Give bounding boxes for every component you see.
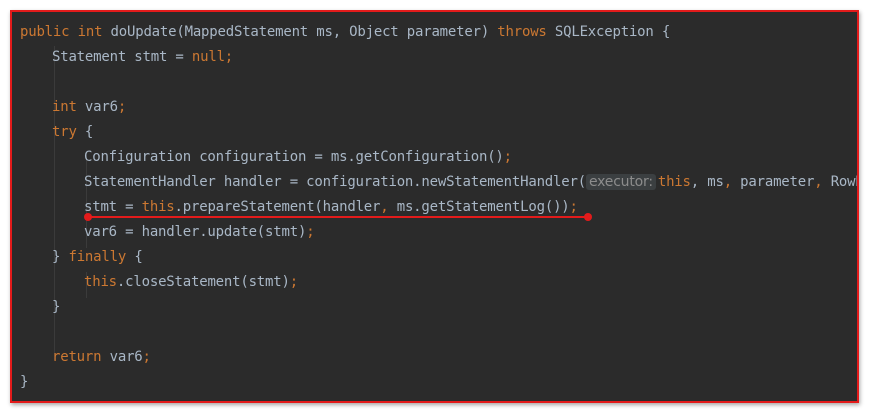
code-keyword: throws	[497, 24, 555, 40]
code-line[interactable]: return var6;	[52, 345, 151, 370]
parameter-hint: executor:	[585, 174, 656, 190]
code-editor[interactable]: public int doUpdate(MappedStatement ms, …	[12, 12, 857, 401]
code-line[interactable]: Statement stmt = null;	[52, 45, 233, 70]
code-token: var6 = handler.update(stmt)	[84, 224, 307, 240]
code-token: ms.getStatementLog())	[396, 199, 570, 215]
code-token: var6	[84, 99, 118, 115]
annotation-endpoint-start	[84, 213, 92, 221]
code-token: doUpdate(MappedStatement ms, Object para…	[110, 24, 498, 40]
code-line[interactable]: StatementHandler handler = configuration…	[84, 170, 857, 195]
code-line[interactable]: int var6;	[52, 95, 126, 120]
code-keyword: ;	[142, 349, 151, 365]
code-line[interactable]: }	[20, 370, 28, 395]
code-token: RowBounds.DEFAULT	[830, 174, 857, 190]
code-token: .closeStatement(stmt)	[116, 274, 290, 290]
code-keyword: null;	[191, 49, 234, 65]
code-line[interactable]: public int doUpdate(MappedStatement ms, …	[20, 20, 670, 45]
annotation-underline	[88, 216, 590, 218]
code-keyword: this	[657, 174, 691, 190]
code-line[interactable]: } finally {	[52, 245, 143, 270]
code-token: Configuration configuration = ms.getConf…	[84, 149, 504, 165]
code-keyword: try	[52, 124, 85, 140]
code-token: }	[20, 374, 29, 390]
code-keyword: ,	[814, 174, 831, 190]
code-keyword: ;	[306, 224, 315, 240]
code-line[interactable]: this.closeStatement(stmt);	[84, 270, 298, 295]
code-keyword: ;	[503, 149, 512, 165]
code-keyword: ,	[380, 199, 397, 215]
code-token: SQLException {	[554, 24, 671, 40]
code-keyword: ;	[289, 274, 298, 290]
code-keyword: public	[20, 24, 78, 40]
code-token: {	[84, 124, 94, 140]
code-token: }	[52, 299, 61, 315]
code-token: .prepareStatement(handler	[174, 199, 381, 215]
code-keyword: ;	[117, 99, 127, 115]
code-token: StatementHandler handler = configuration…	[84, 174, 586, 190]
code-keyword: this	[141, 199, 175, 215]
code-line[interactable]: Configuration configuration = ms.getConf…	[84, 145, 512, 170]
code-token: }	[52, 249, 69, 265]
code-token: var6	[109, 349, 143, 365]
code-line[interactable]: }	[52, 295, 60, 320]
code-keyword: finally	[68, 249, 135, 265]
annotation-endpoint-end	[584, 213, 592, 221]
code-keyword: return	[52, 349, 110, 365]
code-keyword: int	[77, 24, 111, 40]
code-keyword: this	[84, 274, 117, 290]
code-keyword: ,	[723, 174, 741, 190]
code-line[interactable]: var6 = handler.update(stmt);	[84, 220, 315, 245]
screenshot-frame: public int doUpdate(MappedStatement ms, …	[10, 10, 859, 403]
code-keyword: ;	[569, 199, 578, 215]
code-keyword: int	[52, 99, 85, 115]
code-line[interactable]: try {	[52, 120, 93, 145]
code-token: , ms	[690, 174, 724, 190]
code-token: stmt =	[84, 199, 142, 215]
code-token: parameter	[740, 174, 815, 190]
code-token: {	[134, 249, 143, 265]
code-token: Statement stmt =	[52, 49, 192, 65]
